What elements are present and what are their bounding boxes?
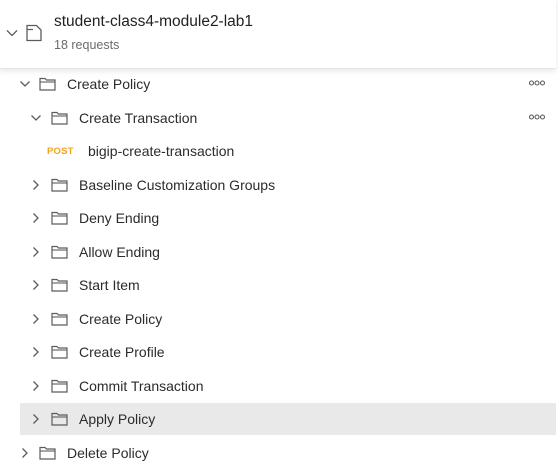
folder-icon [51, 277, 68, 292]
folder-label: Baseline Customization Groups [79, 177, 276, 193]
chevron-right-icon[interactable] [30, 212, 42, 224]
folder-icon [51, 378, 68, 393]
more-options-icon[interactable] [529, 111, 545, 123]
collection-name[interactable]: student-class4-module2-lab1 [54, 13, 253, 31]
folder-apply-policy[interactable]: Apply Policy [20, 403, 556, 435]
folder-icon [51, 311, 68, 326]
folder-label: Create Policy [67, 76, 151, 92]
chevron-right-icon[interactable] [30, 380, 42, 392]
folder-label: Create Profile [79, 344, 165, 360]
folder-label: Delete Policy [67, 445, 149, 461]
chevron-right-icon[interactable] [30, 313, 42, 325]
folder-icon [51, 110, 68, 125]
folder-icon [51, 244, 68, 259]
chevron-right-icon[interactable] [30, 413, 42, 425]
folder-create-profile[interactable]: Create Profile [0, 336, 556, 368]
request-label: bigip-create-transaction [88, 143, 235, 159]
collection-icon [24, 23, 44, 43]
collection-header[interactable]: student-class4-module2-lab1 18 requests [0, 0, 556, 69]
folder-deny-ending[interactable]: Deny Ending [0, 202, 556, 234]
folder-create-policy-root[interactable]: Create Policy [0, 68, 556, 100]
folder-create-transaction[interactable]: Create Transaction [0, 102, 556, 134]
folder-label: Commit Transaction [79, 378, 204, 394]
collections-sidebar: student-class4-module2-lab1 18 requests … [0, 0, 558, 472]
folder-commit-transaction[interactable]: Commit Transaction [0, 370, 556, 402]
folder-icon [39, 76, 56, 91]
folder-label: Allow Ending [79, 244, 160, 260]
folder-label: Start Item [79, 277, 140, 293]
chevron-down-icon[interactable] [30, 112, 42, 124]
folder-baseline-customization-groups[interactable]: Baseline Customization Groups [0, 169, 556, 201]
folder-icon [51, 344, 68, 359]
method-badge: POST [47, 146, 74, 157]
chevron-right-icon[interactable] [30, 179, 42, 191]
folder-label: Create Transaction [79, 110, 198, 126]
folder-start-item[interactable]: Start Item [0, 269, 556, 301]
folder-create-policy[interactable]: Create Policy [0, 303, 556, 335]
chevron-down-icon[interactable] [5, 26, 19, 40]
chevron-right-icon[interactable] [30, 246, 42, 258]
folder-delete-policy[interactable]: Delete Policy [0, 437, 556, 469]
more-options-icon[interactable] [529, 77, 545, 89]
folder-icon [39, 445, 56, 460]
chevron-right-icon[interactable] [30, 279, 42, 291]
folder-allow-ending[interactable]: Allow Ending [0, 236, 556, 268]
request-bigip-create-transaction[interactable]: POST bigip-create-transaction [0, 135, 556, 167]
folder-label: Create Policy [79, 311, 163, 327]
folder-label: Deny Ending [79, 210, 160, 226]
folder-icon [51, 177, 68, 192]
folder-icon [51, 210, 68, 225]
chevron-right-icon[interactable] [30, 346, 42, 358]
chevron-right-icon[interactable] [19, 447, 31, 459]
folder-label: Apply Policy [79, 411, 156, 427]
request-count: 18 requests [54, 38, 120, 52]
chevron-down-icon[interactable] [19, 78, 31, 90]
folder-icon [51, 411, 68, 426]
